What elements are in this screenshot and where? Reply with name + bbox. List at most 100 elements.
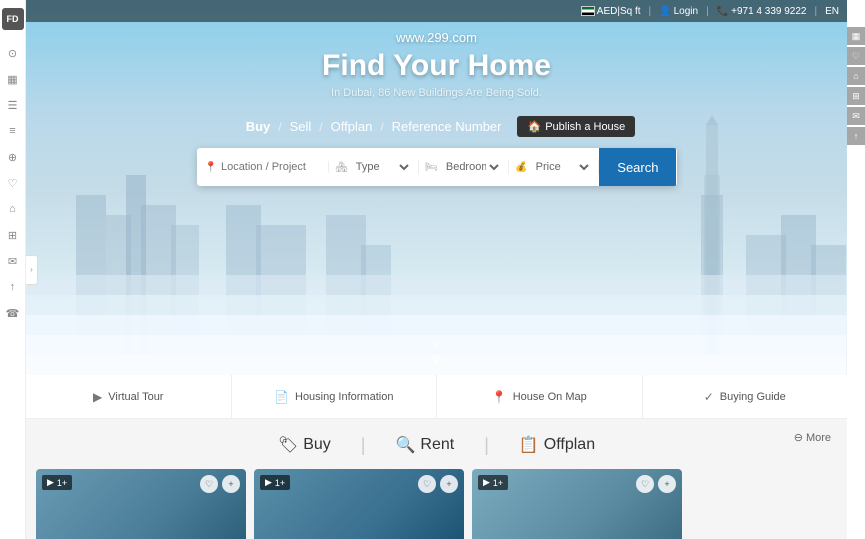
nav-sell[interactable]: Sell [282,115,320,138]
property-cards-row: ▶ 1+ ♡ + ▶ 1+ ♡ + ▶ 1+ [26,469,847,539]
virtual-tour-label: Virtual Tour [108,391,163,403]
prop-add-1[interactable]: + [222,475,240,493]
right-icon-2[interactable]: ♡ [847,47,865,65]
feature-housing-info[interactable]: 📄 Housing Information [232,375,438,418]
currency-flag: AED|Sq ft [581,6,641,17]
map-icon: 📍 [492,390,507,404]
housing-info-icon: 📄 [274,390,289,404]
search-bar: 📍 🏘 Type Apartment Villa Office 🛏 Bedroo… [197,148,677,186]
login-button[interactable]: 👤 Login [659,6,698,17]
type-group: 🏘 Type Apartment Villa Office [329,160,419,174]
hero-url: www.299.com [396,30,477,45]
phone-number: +971 4 339 9222 [731,6,806,17]
prop-fav-2[interactable]: ♡ [418,475,436,493]
topbar-div3: | [814,6,817,17]
offplan-tag-icon: 📋 [519,435,539,455]
features-bar: ▶ Virtual Tour 📄 Housing Information 📍 H… [26,375,847,419]
tab-rent[interactable]: 🔍 Rent [385,431,464,459]
tab-div2: | [484,435,489,456]
topbar-div2: | [706,6,709,17]
properties-section: 🏷 Buy | 🔍 Rent | 📋 Offplan ⊖ More ▶ 1+ [26,419,847,539]
currency-label: AED|Sq ft [597,6,641,17]
tab-rent-label: Rent [420,436,454,454]
prop-card-actions-2: ♡ + [418,475,458,493]
more-label: More [806,432,831,444]
prop-card-badge-3: ▶ 1+ [478,475,508,490]
sidebar-icon-4[interactable]: ≡ [3,121,23,141]
price-icon: 💰 [515,162,527,173]
prop-card-actions-3: ♡ + [636,475,676,493]
app-logo[interactable]: FD [2,8,24,30]
video-icon-3: ▶ [483,477,490,488]
sidebar-icon-7[interactable]: ⌂ [3,199,23,219]
sidebar-icon-9[interactable]: ✉ [3,251,23,271]
video-icon: ▶ [47,477,54,488]
virtual-tour-icon: ▶ [93,390,102,404]
buying-guide-label: Buying Guide [720,391,786,403]
right-icon-1[interactable]: ▦ [847,27,865,45]
tab-buy[interactable]: 🏷 Buy [268,431,341,459]
prop-card-3[interactable]: ▶ 1+ ♡ + [472,469,682,539]
sidebar-icon-8[interactable]: ⊞ [3,225,23,245]
prop-fav-3[interactable]: ♡ [636,475,654,493]
right-icon-3[interactable]: ⌂ [847,67,865,85]
hero-subtitle: In Dubai, 86 New Buildings Are Being Sol… [331,87,542,99]
rent-tag-icon: 🔍 [395,435,415,455]
right-icon-4[interactable]: ⊞ [847,87,865,105]
sidebar-icon-6[interactable]: ♡ [3,173,23,193]
sidebar-icon-1[interactable]: ⊙ [3,43,23,63]
scroll-indicator[interactable]: ∨∨ [431,337,441,365]
sidebar-icon-2[interactable]: ▦ [3,69,23,89]
sidebar-collapse[interactable]: › [26,255,38,285]
nav-buy[interactable]: Buy [238,115,279,138]
buy-tag-icon: 🏷 [278,435,298,455]
type-icon: 🏘 [335,162,348,173]
feature-virtual-tour[interactable]: ▶ Virtual Tour [26,375,232,418]
prop-card-badge-2: ▶ 1+ [260,475,290,490]
prop-card-1[interactable]: ▶ 1+ ♡ + [36,469,246,539]
house-icon: 🏠 [527,120,541,133]
sidebar-icon-10[interactable]: ↑ [3,277,23,297]
sidebar-icon-11[interactable]: ☎ [3,303,23,323]
right-sidebar: ▦ ♡ ⌂ ⊞ ✉ ↑ [847,22,865,392]
tab-buy-label: Buy [303,436,331,454]
guide-icon: ✓ [704,390,714,404]
more-link[interactable]: ⊖ More [794,431,831,444]
feature-buying-guide[interactable]: ✓ Buying Guide [643,375,848,418]
right-icon-6[interactable]: ↑ [847,127,865,145]
prop-fav-1[interactable]: ♡ [200,475,218,493]
publish-button[interactable]: 🏠 Publish a House [517,116,635,137]
sidebar-icon-5[interactable]: ⊕ [3,147,23,167]
right-icon-5[interactable]: ✉ [847,107,865,125]
topbar-div1: | [649,6,652,17]
location-icon: 📍 [205,162,217,173]
prop-add-2[interactable]: + [440,475,458,493]
bedroom-group: 🛏 Bedroom 1 2 3+ [419,160,509,174]
nav-offplan[interactable]: Offplan [323,115,381,138]
user-icon: 👤 [659,6,671,17]
properties-tabs: 🏷 Buy | 🔍 Rent | 📋 Offplan [26,419,847,465]
tab-offplan[interactable]: 📋 Offplan [509,431,605,459]
prop-card-2[interactable]: ▶ 1+ ♡ + [254,469,464,539]
left-sidebar: FD ⊙ ▦ ☰ ≡ ⊕ ♡ ⌂ ⊞ ✉ ↑ ☎ [0,0,26,539]
price-group: 💰 Price 0 - 500K 500K - 1M 1M+ [509,160,599,174]
price-select[interactable]: Price 0 - 500K 500K - 1M 1M+ [532,160,593,174]
search-button[interactable]: Search [599,148,676,186]
house-map-label: House On Map [513,391,587,403]
bedroom-select[interactable]: Bedroom 1 2 3+ [442,160,502,174]
language-selector[interactable]: EN [825,6,839,17]
login-label: Login [674,6,698,17]
prop-add-3[interactable]: + [658,475,676,493]
location-input[interactable] [221,161,320,173]
feature-house-map[interactable]: 📍 House On Map [437,375,643,418]
type-select[interactable]: Type Apartment Villa Office [352,160,412,174]
topbar: AED|Sq ft | 👤 Login | 📞 +971 4 339 9222 … [26,0,847,22]
prop-card-actions-1: ♡ + [200,475,240,493]
nav-reference[interactable]: Reference Number [384,115,510,138]
publish-label: Publish a House [545,121,625,133]
phone-icon: 📞 [717,6,729,17]
hero-title: Find Your Home [322,49,551,83]
sidebar-icon-3[interactable]: ☰ [3,95,23,115]
location-group: 📍 [197,161,330,173]
tab-div1: | [361,435,366,456]
